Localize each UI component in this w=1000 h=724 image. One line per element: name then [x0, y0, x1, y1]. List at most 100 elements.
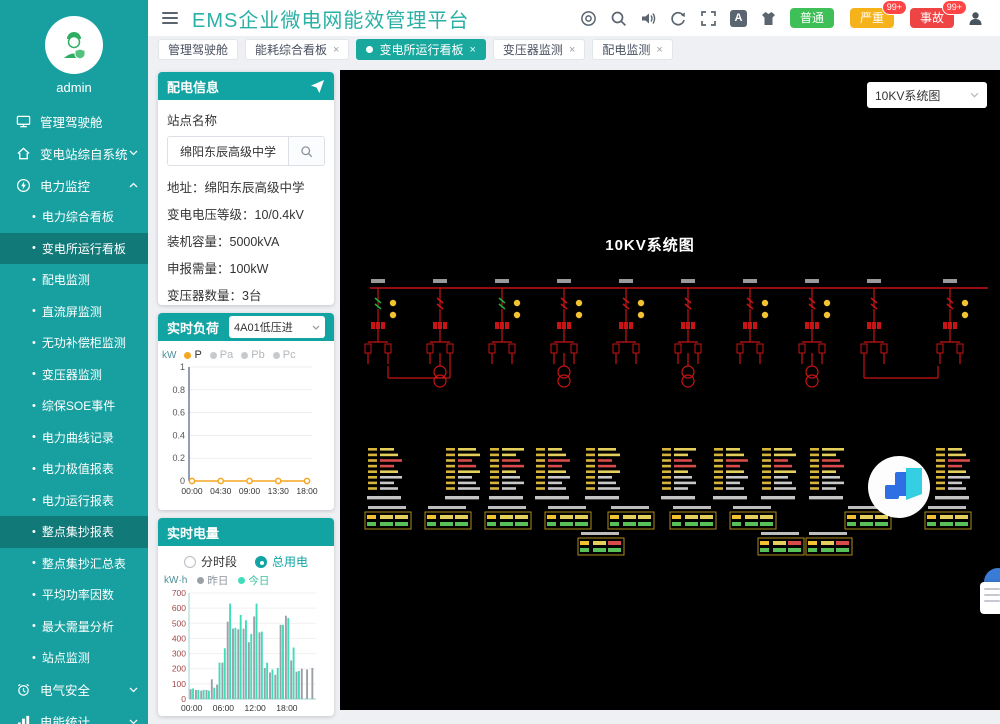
sidebar-subitem[interactable]: •直流屏监测 — [0, 296, 148, 328]
sidebar-subitem[interactable]: •平均功率因数 — [0, 579, 148, 611]
fullscreen-icon[interactable] — [700, 10, 717, 27]
sld-diagram-select[interactable]: 10KV系统图 — [867, 82, 987, 108]
legend-item-pb[interactable]: Pb — [241, 349, 264, 361]
sidebar-subitem[interactable]: •整点集抄汇总表 — [0, 548, 148, 580]
tab-close-icon[interactable]: × — [569, 44, 575, 56]
target-icon[interactable] — [580, 10, 597, 27]
transformer-count: 变压器数量：3台 — [167, 283, 325, 305]
chevron-up-icon — [129, 182, 138, 188]
sidebar-subitem[interactable]: •变电所运行看板 — [0, 233, 148, 265]
avatar — [45, 16, 103, 74]
sidebar-subitem[interactable]: •整点集抄报表 — [0, 516, 148, 548]
sidebar-subitem[interactable]: •无功补偿柜监测 — [0, 327, 148, 359]
tab-active[interactable]: 变电所运行看板× — [356, 39, 485, 60]
tab-close-icon[interactable]: × — [656, 44, 662, 56]
tab-item[interactable]: 能耗综合看板× — [245, 39, 349, 60]
sidebar-subitem[interactable]: •变压器监测 — [0, 359, 148, 391]
helper-list-icon[interactable] — [980, 582, 1000, 614]
realtime-load-title: 实时负荷 — [167, 318, 219, 337]
safety-icon — [16, 682, 31, 697]
energy-bar-chart: 010020030040050060070000:0006:0012:0018:… — [158, 588, 334, 716]
legend-item-pa[interactable]: Pa — [210, 349, 233, 361]
svg-text:700: 700 — [172, 588, 186, 598]
content: 配电信息 站点名称 地址：绵阳东辰高级中学 变电电压等级：10/0.4kV 装机… — [148, 62, 1000, 724]
site-name-input[interactable] — [168, 137, 288, 165]
sidebar-subitem[interactable]: •站点监测 — [0, 642, 148, 674]
site-name-label: 站点名称 — [167, 110, 325, 129]
sidebar-subitem[interactable]: •电力曲线记录 — [0, 422, 148, 454]
tab-close-icon[interactable]: × — [333, 44, 339, 56]
distribution-info-title: 配电信息 — [167, 77, 219, 96]
radio-total-usage[interactable]: 总用电 — [255, 553, 308, 570]
sidebar-item[interactable]: 电气安全 — [0, 674, 148, 706]
status-badge[interactable]: 事故99+ — [910, 8, 954, 28]
sidebar-subitem[interactable]: •电力综合看板 — [0, 201, 148, 233]
chevron-down-icon — [129, 719, 138, 724]
single-line-diagram — [340, 70, 1000, 710]
user-icon[interactable] — [967, 10, 984, 27]
dashboard-icon — [16, 114, 31, 129]
legend-item-yesterday[interactable]: 昨日 — [197, 573, 228, 588]
svg-text:13:30: 13:30 — [268, 486, 290, 496]
legend-item-today[interactable]: 今日 — [238, 573, 269, 588]
load-feeder-select[interactable]: 4A01低压进 — [229, 316, 325, 338]
power-icon — [16, 178, 31, 193]
tab-item[interactable]: 变压器监测× — [493, 39, 585, 60]
send-icon[interactable] — [310, 79, 325, 94]
svg-text:400: 400 — [172, 633, 186, 643]
status-badge[interactable]: 普通 — [790, 8, 834, 28]
tab-bar: 管理驾驶舱能耗综合看板× 变电所运行看板× 变压器监测× 配电监测× — [148, 36, 1000, 62]
tab-item[interactable]: 配电监测× — [592, 39, 672, 60]
alarm-badges: 普通严重99+ 事故99+ — [790, 8, 954, 28]
realtime-energy-title: 实时电量 — [167, 523, 219, 542]
sidebar-subitem[interactable]: •综保SOE事件 — [0, 390, 148, 422]
svg-text:06:00: 06:00 — [213, 703, 235, 713]
theme-icon[interactable] — [760, 10, 777, 27]
sidebar-item[interactable]: 电能统计 — [0, 706, 148, 724]
realtime-load-card: 实时负荷 4A01低压进 kW P Pa Pb Pc 00.20.40.60.8… — [158, 313, 334, 510]
sidebar-item[interactable]: 变电站综自系统 — [0, 137, 148, 169]
svg-text:00:00: 00:00 — [181, 486, 203, 496]
declared-demand: 申报需量：100kW — [167, 256, 325, 283]
sld-panel: 10KV系统图 10KV系统图 — [340, 70, 1000, 710]
sidebar-subitem[interactable]: •电力运行报表 — [0, 485, 148, 517]
topbar-actions: A 普通严重99+ 事故99+ — [580, 8, 1000, 28]
sidebar-item[interactable]: 电力监控 — [0, 169, 148, 201]
volume-icon[interactable] — [640, 10, 657, 27]
sidebar-subitem[interactable]: •电力极值报表 — [0, 453, 148, 485]
voltage-level: 变电电压等级：10/0.4kV — [167, 202, 325, 229]
svg-text:09:00: 09:00 — [239, 486, 261, 496]
tab-item[interactable]: 管理驾驶舱 — [158, 39, 238, 60]
meeting-logo[interactable] — [868, 456, 930, 518]
radio-by-period[interactable]: 分时段 — [184, 553, 237, 570]
topbar: EMS企业微电网能效管理平台 A 普通严重99+ 事故99+ — [148, 0, 1000, 36]
load-unit-label: kW — [162, 350, 176, 361]
svg-text:200: 200 — [172, 664, 186, 674]
font-size-icon[interactable]: A — [730, 10, 747, 27]
status-badge[interactable]: 严重99+ — [850, 8, 894, 28]
tab-close-icon[interactable]: × — [469, 44, 475, 56]
page-title: EMS企业微电网能效管理平台 — [192, 4, 469, 33]
site-search-button[interactable] — [288, 137, 324, 165]
floating-helper[interactable] — [970, 566, 1000, 622]
svg-text:00:00: 00:00 — [181, 703, 203, 713]
legend-item-p[interactable]: P — [184, 349, 201, 361]
chevron-down-icon — [129, 687, 138, 693]
home-icon — [16, 146, 31, 161]
svg-text:18:00: 18:00 — [296, 486, 318, 496]
sidebar-item[interactable]: 管理驾驶舱 — [0, 105, 148, 137]
hamburger-menu-icon[interactable] — [162, 12, 178, 24]
chevron-down-icon — [129, 150, 138, 156]
refresh-icon[interactable] — [670, 10, 687, 27]
legend-item-pc[interactable]: Pc — [273, 349, 296, 361]
sidebar-subitem[interactable]: •最大需量分析 — [0, 611, 148, 643]
sld-title: 10KV系统图 — [340, 234, 960, 255]
svg-text:0.4: 0.4 — [172, 430, 185, 440]
chevron-down-icon — [312, 325, 320, 330]
svg-text:100: 100 — [172, 679, 186, 689]
sidebar-subitem[interactable]: •配电监测 — [0, 264, 148, 296]
load-line-chart: 00.20.40.60.8100:0004:3009:0013:3018:00 — [158, 361, 334, 506]
search-icon[interactable] — [610, 10, 627, 27]
realtime-energy-card: 实时电量 分时段 总用电 kW·h 昨日 今日 0100200300400500… — [158, 518, 334, 716]
svg-text:18:00: 18:00 — [276, 703, 298, 713]
